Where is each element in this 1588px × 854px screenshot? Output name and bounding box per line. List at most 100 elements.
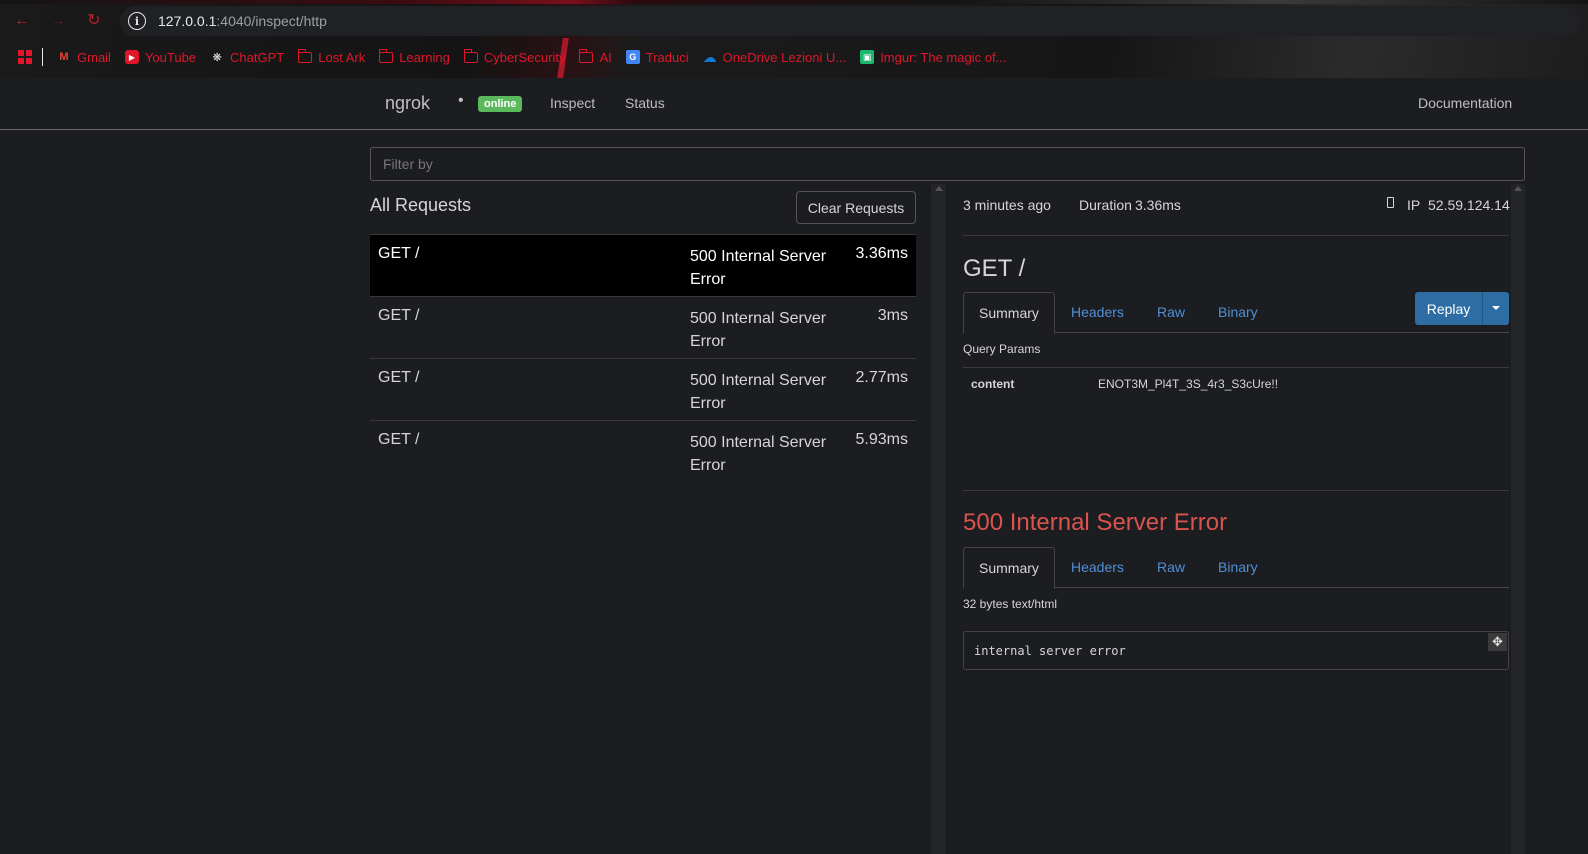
param-value: ENOT3M_Pl4T_3S_4r3_S3cUre!! [1098,377,1279,391]
tab-binary[interactable]: Binary [1218,292,1258,333]
folder-icon [298,48,313,64]
all-requests-title: All Requests [370,195,472,215]
bookmark-youtube[interactable]: ▶ YouTube [124,49,197,65]
site-info-icon[interactable]: i [128,12,146,30]
bookmark-onedrive[interactable]: ☁ OneDrive Lezioni U... [702,48,847,65]
folder-icon [463,48,478,64]
replay-dropdown-caret-icon[interactable] [1483,292,1509,325]
reload-icon[interactable]: ↻ [84,11,104,31]
chatgpt-icon: ❋ [212,51,222,64]
divider-line [963,490,1509,491]
onedrive-icon: ☁ [702,48,717,65]
forward-arrow-icon[interactable]: → [48,11,68,31]
status-dot: • [458,92,464,109]
request-duration: 3.36ms [855,245,908,262]
param-key: content [971,377,1015,391]
tab-summary[interactable]: Summary [963,547,1055,589]
imgur-icon: ▣ [860,50,875,64]
bookmark-separator [42,48,43,66]
tab-raw[interactable]: Raw [1157,292,1185,333]
nav-link-inspect[interactable]: Inspect [550,95,595,111]
request-method: GET / [378,307,420,324]
bookmark-label: ChatGPT [230,49,285,65]
translate-icon: G [625,50,640,64]
request-status: 500 Internal Server Error [690,248,827,288]
request-row[interactable]: GET / 500 Internal Server Error 2.77ms [370,359,916,421]
accent-line [0,0,1588,4]
bookmark-label: Imgur: The magic of... [880,49,1007,65]
response-body-box: internal server error ✥ [963,631,1509,670]
request-status: 500 Internal Server Error [690,372,827,412]
request-duration: 5.93ms [855,431,908,448]
bookmark-label: Lost Ark [318,49,366,65]
tab-summary[interactable]: Summary [963,292,1055,334]
request-status: 500 Internal Server Error [690,310,827,350]
bookmark-label: Learning [399,49,450,65]
gmail-icon: M [59,51,69,63]
bookmark-learning[interactable]: Learning [379,48,450,65]
ip-value: 52.59.124.14 [1428,197,1510,213]
pane-scrollbar[interactable] [931,184,946,854]
bookmark-gmail[interactable]: M Gmail [57,50,111,65]
tab-headers[interactable]: Headers [1071,547,1124,588]
request-status: 500 Internal Server Error [690,434,827,474]
tab-headers[interactable]: Headers [1071,292,1124,333]
ngrok-navbar: ngrok • online Inspect Status Documentat… [0,78,1588,130]
request-time-ago: 3 minutes ago [963,197,1051,213]
device-icon [1387,197,1394,208]
nav-link-status[interactable]: Status [625,95,665,111]
response-meta: 32 bytes text/html [963,597,1058,611]
divider-line [963,235,1509,236]
bookmark-label: OneDrive Lezioni U... [722,49,847,65]
bookmark-ai[interactable]: AI [579,48,612,65]
duration-label: Duration [1079,197,1132,213]
bookmark-traduci[interactable]: G Traduci [625,49,689,65]
request-duration: 2.77ms [855,369,908,386]
folder-icon [379,48,394,64]
youtube-icon: ▶ [124,50,139,64]
bookmark-label: AI [599,49,612,65]
expand-icon[interactable]: ✥ [1488,633,1507,651]
folder-icon [579,48,594,64]
replay-button-group: Replay [1415,292,1509,325]
clear-requests-button[interactable]: Clear Requests [796,191,916,224]
bookmark-label: YouTube [144,49,197,65]
ip-label: IP [1407,197,1421,213]
bookmark-label: Gmail [77,49,111,65]
request-method: GET / [378,431,420,448]
divider-line [963,367,1509,368]
browser-chrome: ← → ↻ i 127.0.0.1:4040/inspect/http M Gm… [0,0,1588,78]
request-row[interactable]: GET / 500 Internal Server Error 5.93ms [370,421,916,483]
bookmark-imgur[interactable]: ▣ Imgur: The magic of... [860,50,1006,65]
brand-logo[interactable]: ngrok [385,93,430,114]
request-duration: 3ms [877,307,908,324]
bookmarks-bar: M Gmail ▶ YouTube ❋ ChatGPT Lost Ark Lea… [0,44,1100,70]
response-tabs: Summary Headers Raw Binary [963,547,1509,589]
request-row[interactable]: GET / 500 Internal Server Error 3ms [370,297,916,359]
request-list: GET / 500 Internal Server Error 3.36ms G… [370,234,916,483]
detail-scrollbar[interactable] [1511,184,1525,854]
request-row[interactable]: GET / 500 Internal Server Error 3.36ms [370,235,916,297]
query-params-label: Query Params [963,342,1041,356]
url-text[interactable]: 127.0.0.1:4040/inspect/http [158,13,327,29]
apps-grid-icon[interactable] [18,50,32,64]
url-path: :4040/inspect/http [216,13,327,29]
bookmark-cybersecurity[interactable]: CyberSecurity [463,48,566,65]
request-method: GET / [378,245,420,262]
tab-binary[interactable]: Binary [1218,547,1258,588]
bookmark-label: CyberSecurity [483,49,566,65]
bookmark-chatgpt[interactable]: ❋ ChatGPT [210,50,284,65]
response-title: 500 Internal Server Error [963,509,1228,536]
replay-button[interactable]: Replay [1415,292,1483,325]
nav-link-documentation[interactable]: Documentation [1418,95,1512,111]
bookmark-lost-ark[interactable]: Lost Ark [298,48,366,65]
filter-input[interactable] [370,147,1525,181]
request-title: GET / [963,255,1026,282]
duration-value: 3.36ms [1135,197,1181,213]
back-arrow-icon[interactable]: ← [12,11,32,31]
address-bar[interactable]: i 127.0.0.1:4040/inspect/http [120,6,1580,36]
bookmark-label: Traduci [645,49,689,65]
tab-raw[interactable]: Raw [1157,547,1185,588]
request-method: GET / [378,369,420,386]
url-host: 127.0.0.1 [158,13,217,29]
